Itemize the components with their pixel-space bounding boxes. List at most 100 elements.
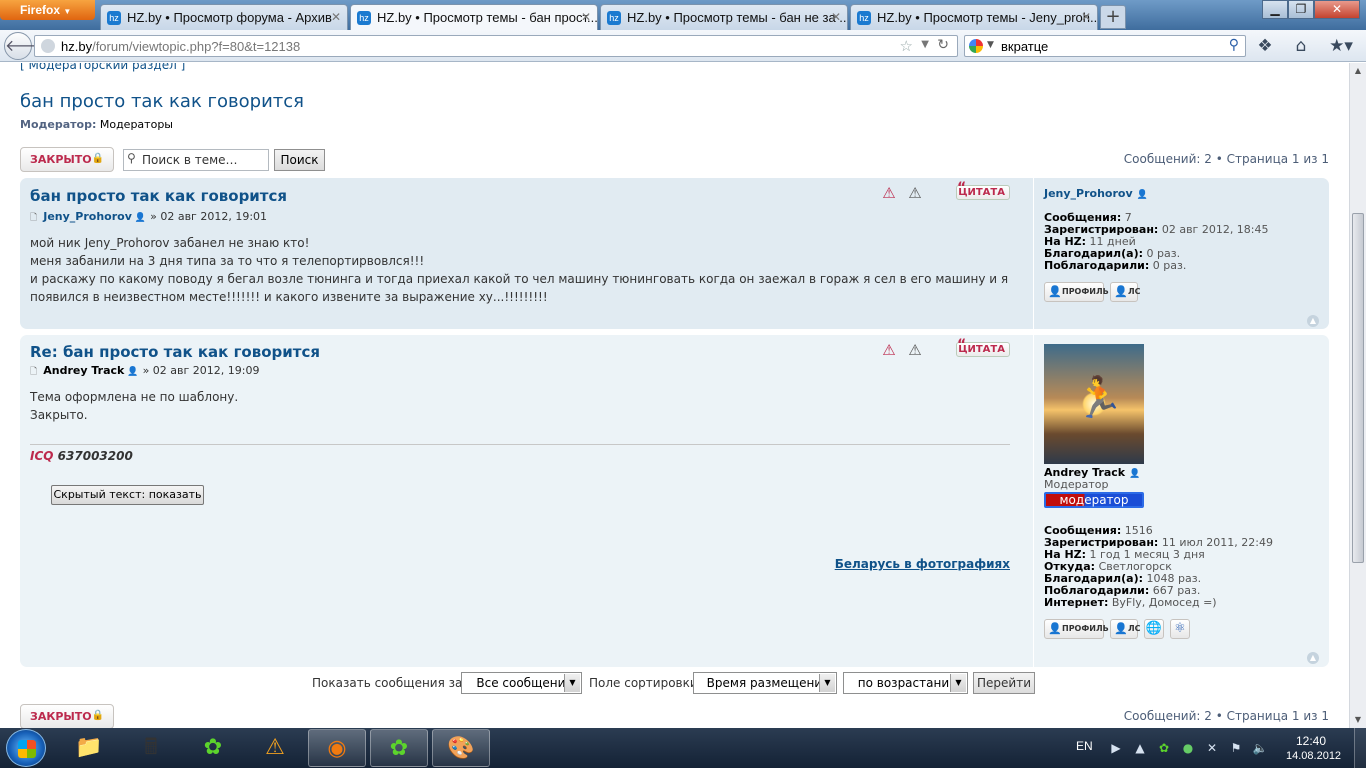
home-icon[interactable]: ⌂	[1290, 35, 1312, 57]
close-tab-icon[interactable]: ✕	[831, 10, 841, 24]
tab-topic-jeny[interactable]: hz HZ.by • Просмотр темы - Jeny_proh... …	[850, 4, 1098, 30]
user-icon: 👤	[1048, 285, 1062, 298]
language-indicator[interactable]: EN	[1076, 739, 1093, 753]
start-button[interactable]	[6, 729, 46, 767]
user-icon: 👤	[1114, 622, 1128, 635]
report-icon[interactable]: ⚠	[906, 341, 924, 359]
scrollbar-thumb[interactable]	[1352, 213, 1364, 563]
firefox-menu-button[interactable]: Firefox ▼	[0, 0, 95, 20]
network-disabled-icon[interactable]: ✕	[1204, 740, 1220, 756]
paint-icon[interactable]: 🎨	[432, 729, 490, 767]
warn-icon[interactable]: ⚠	[880, 341, 898, 359]
post-icon[interactable]: 🗋	[30, 213, 37, 223]
quote-icon: “	[957, 337, 967, 353]
close-tab-icon[interactable]: ✕	[581, 10, 591, 24]
new-tab-button[interactable]: +	[1100, 5, 1126, 29]
site-identity-icon[interactable]	[41, 39, 55, 53]
report-icon[interactable]: ⚠	[906, 184, 924, 202]
google-icon[interactable]	[969, 39, 983, 53]
engine-dropdown-icon[interactable]: ▼	[987, 40, 994, 50]
maximize-button[interactable]: ❐	[1288, 0, 1314, 19]
icq-taskbar-icon[interactable]: ✿	[370, 729, 428, 767]
show-days-select[interactable]: Все сообщения ▼	[461, 672, 582, 694]
post-icon[interactable]: 🗋	[30, 367, 37, 377]
hz-favicon-icon: hz	[357, 11, 371, 25]
search-icon[interactable]: ⚲	[1229, 37, 1239, 53]
icq-tray-icon[interactable]: ✿	[1156, 740, 1172, 756]
search-button[interactable]: Поиск	[274, 149, 325, 171]
search-bar[interactable]: ▼ вкратце ⚲	[964, 35, 1246, 57]
reload-icon[interactable]: ↻	[937, 37, 949, 53]
chevron-down-icon: ▼	[950, 674, 966, 692]
profile-username[interactable]: Jeny_Prohorov 👤	[1044, 187, 1148, 200]
close-tab-icon[interactable]: ✕	[1081, 10, 1091, 24]
page-scrollbar[interactable]: ▲ ▼	[1349, 63, 1366, 728]
scroll-up-icon[interactable]: ▲	[1350, 63, 1366, 79]
close-window-button[interactable]: ✕	[1314, 0, 1360, 19]
bookmarks-menu-icon[interactable]: ★▾	[1326, 35, 1356, 57]
back-to-top-icon[interactable]: ▲	[1307, 652, 1319, 664]
icq-icon[interactable]: ✿	[184, 729, 242, 767]
profile-button[interactable]: 👤 ПРОФИЛЬ	[1044, 619, 1109, 639]
post-content: Тема оформлена не по шаблону. Закрыто.	[30, 390, 239, 422]
search-icon: ⚲	[127, 151, 136, 165]
warn-icon[interactable]: ⚠	[880, 184, 898, 202]
sort-direction-select[interactable]: по возрастанию ▼	[843, 672, 968, 694]
pm-button[interactable]: 👤 ЛС	[1110, 282, 1141, 302]
locked-topic-button[interactable]: ЗАКРЫТО 🔒	[20, 147, 114, 172]
tab-topic-ban-2[interactable]: hz HZ.by • Просмотр темы - бан не за ...…	[600, 4, 848, 30]
back-to-top-icon[interactable]: ▲	[1307, 315, 1319, 327]
volume-icon[interactable]: 🔈	[1252, 740, 1268, 756]
windows-logo-icon	[18, 740, 36, 758]
post-author-line: 🗋 Jeny_Prohorov 👤» 02 авг 2012, 19:01	[30, 210, 268, 223]
clock-date[interactable]: 14.08.2012	[1286, 750, 1341, 762]
post-content: мой ник Jeny_Prohorov забанел не знаю кт…	[30, 236, 1009, 304]
firefox-taskbar-icon[interactable]: ◉	[308, 729, 366, 767]
tray-arrow-icon[interactable]: ▲	[1132, 740, 1148, 756]
media-player-icon[interactable]: ▶	[1108, 740, 1124, 756]
profile-button[interactable]: 👤 ПРОФИЛЬ	[1044, 282, 1109, 302]
address-bar[interactable]: hz.by/forum/viewtopic.php?f=80&t=12138 ☆…	[34, 35, 958, 57]
show-desktop-button[interactable]	[1354, 728, 1366, 768]
go-button[interactable]: Перейти	[973, 672, 1035, 694]
topic-search-input[interactable]: ⚲ Поиск в теме…	[123, 149, 269, 171]
locked-topic-button[interactable]: ЗАКРЫТО 🔒	[20, 704, 114, 728]
signature-link[interactable]: Беларусь в фотографиях	[835, 557, 1010, 571]
signature: ICQ 637003200	[30, 444, 1010, 463]
avatar[interactable]: 🏃	[1044, 344, 1144, 464]
explorer-icon[interactable]: 📁	[60, 729, 118, 767]
flag-icon[interactable]: ⚑	[1228, 740, 1244, 756]
tab-topic-ban[interactable]: hz HZ.by • Просмотр темы - бан прост... …	[350, 4, 598, 31]
chevron-down-icon: ▼	[819, 674, 835, 692]
breadcrumb[interactable]: [ Модераторский раздел ]	[20, 63, 185, 72]
action-bar-bottom: ЗАКРЫТО 🔒 Сообщений: 2 • Страница 1 из 1	[20, 704, 1329, 728]
bookmark-star-icon[interactable]: ☆	[900, 37, 913, 55]
addon-icon[interactable]: ❖	[1254, 35, 1276, 57]
jumping-figure-icon: 🏃	[1074, 375, 1124, 421]
pm-button[interactable]: 👤 ЛС	[1110, 619, 1141, 639]
page-title[interactable]: бан просто так как говорится	[20, 91, 304, 112]
post-title[interactable]: бан просто так как говорится	[30, 187, 287, 205]
offline-icon: 👤	[1129, 469, 1141, 479]
quote-button[interactable]: “ЦИТАТА	[956, 181, 1010, 200]
jabber-icon[interactable]: ⚛	[1170, 619, 1190, 639]
hz-favicon-icon: hz	[857, 11, 871, 25]
quote-button[interactable]: “ЦИТАТА	[956, 337, 1010, 357]
post-profile: Jeny_Prohorov 👤 Сообщения: 7 Зарегистриро…	[1033, 178, 1329, 329]
minimize-button[interactable]: ▁	[1262, 0, 1288, 19]
tab-forum-archive[interactable]: hz HZ.by • Просмотр форума - Архив ✕	[100, 4, 348, 30]
user-icon: 👤	[1114, 285, 1128, 298]
history-dropdown-icon[interactable]: ▼	[921, 39, 929, 50]
back-button[interactable]: 🡐	[4, 32, 48, 60]
post-title[interactable]: Re: бан просто так как говорится	[30, 343, 320, 361]
offline-icon: 👤	[134, 213, 147, 223]
show-hidden-text-button[interactable]: Скрытый текст: показать	[51, 485, 204, 505]
calculator-icon[interactable]: 🖩	[122, 729, 180, 767]
close-tab-icon[interactable]: ✕	[331, 10, 341, 24]
clock-time[interactable]: 12:40	[1296, 734, 1326, 748]
sort-key-select[interactable]: Время размещения ▼	[693, 672, 837, 694]
network-status-icon[interactable]: ●	[1180, 740, 1196, 756]
scroll-down-icon[interactable]: ▼	[1350, 712, 1366, 728]
website-globe-icon[interactable]: 🌐	[1144, 619, 1164, 639]
avast-icon[interactable]: ⚠	[246, 729, 304, 767]
